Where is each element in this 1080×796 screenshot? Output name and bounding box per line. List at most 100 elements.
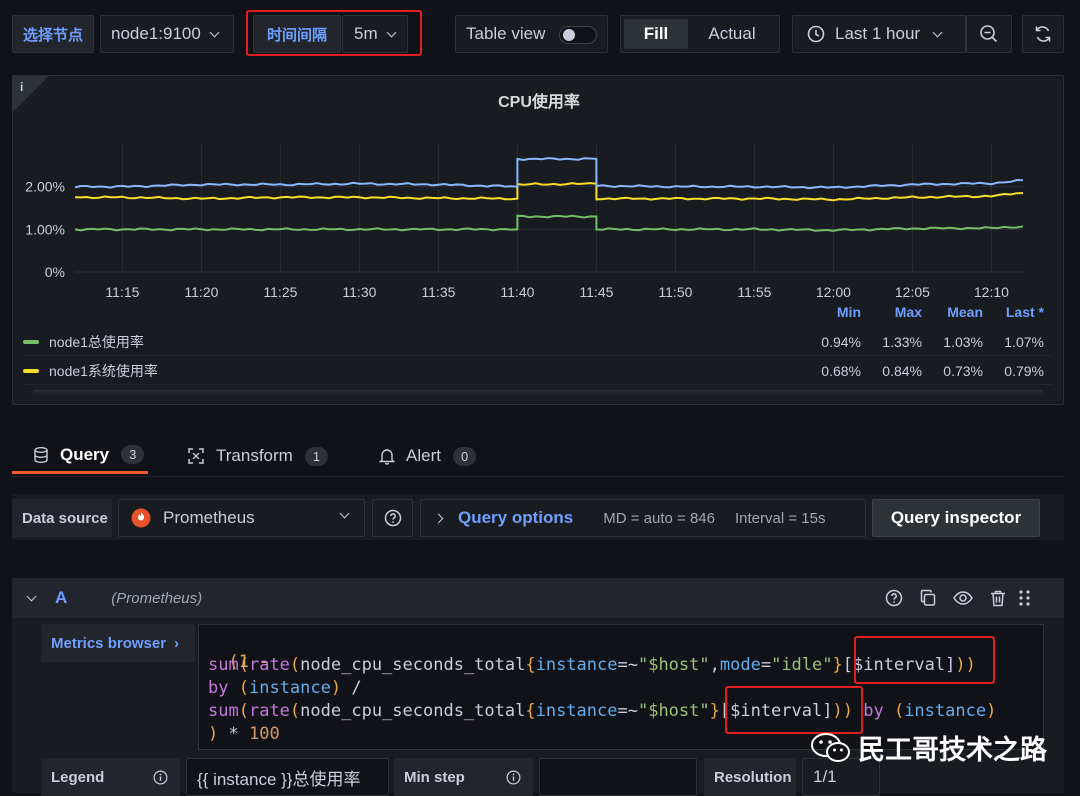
chevron-down-icon[interactable] — [26, 591, 37, 601]
code-paren: ) — [330, 678, 342, 698]
duplicate-icon[interactable] — [919, 589, 937, 607]
bell-icon — [379, 449, 395, 465]
x-tick-label: 11:15 — [105, 284, 139, 300]
interval-label: 时间间隔 — [253, 15, 341, 53]
cpu-usage-chart: 2.00% 1.00% 0% 11:15 11:20 11:25 11:30 11:35 11:… — [25, 144, 1024, 300]
legend-col-max[interactable]: Max — [862, 304, 922, 320]
fill-button[interactable]: Fill — [624, 19, 688, 49]
code-token: "$host" — [637, 701, 710, 721]
time-picker[interactable]: Last 1 hour — [792, 15, 966, 53]
tab-transform[interactable]: Transform 1 — [187, 438, 329, 474]
help-icon[interactable] — [885, 589, 903, 607]
code-op: / — [341, 678, 362, 698]
legend-series-name: node1总使用率 — [49, 333, 144, 350]
legend-mean: 0.73% — [943, 363, 983, 379]
trash-icon[interactable] — [989, 589, 1007, 607]
legend-label: Legend — [41, 758, 180, 796]
code-op: , — [709, 655, 720, 675]
datasource-select[interactable]: Prometheus — [118, 499, 365, 537]
legend-last: 1.07% — [1004, 334, 1044, 350]
code-paren: ( — [238, 678, 249, 698]
chevron-down-icon — [386, 27, 397, 37]
query-options-label: Query options — [458, 508, 574, 527]
code-line-3: by (instance) / — [208, 678, 362, 698]
code-paren: )) — [955, 655, 976, 675]
tab-transform-count: 1 — [304, 446, 329, 466]
zoom-out-button[interactable] — [966, 15, 1012, 53]
legend-col-last[interactable]: Last * — [984, 304, 1044, 320]
x-tick-label: 11:25 — [263, 284, 297, 300]
code-token: "idle" — [771, 655, 833, 675]
code-brace: { — [525, 701, 536, 721]
x-tick-label: 11:20 — [184, 284, 218, 300]
x-tick-label: 11:45 — [579, 284, 613, 300]
query-a-datasource: (Prometheus) — [111, 589, 203, 607]
zoom-out-icon — [980, 25, 998, 43]
x-tick-label: 11:55 — [737, 284, 771, 300]
eye-icon[interactable] — [953, 589, 973, 607]
drag-handle-icon[interactable] — [1016, 589, 1034, 607]
legend-mean: 1.03% — [943, 334, 983, 350]
metrics-browser-button[interactable]: Metrics browser › — [41, 624, 195, 662]
watermark: 民工哥技术之路 — [810, 728, 1047, 767]
info-circle-icon[interactable] — [153, 770, 168, 785]
min-step-label: Min step — [394, 758, 533, 796]
help-icon — [384, 509, 401, 527]
interval-select[interactable]: 5m — [342, 15, 408, 53]
code-token: instance — [535, 655, 618, 675]
clock-icon — [807, 25, 825, 43]
fill-actual-group: Fill Actual — [620, 15, 780, 53]
info-circle-icon[interactable] — [506, 770, 521, 785]
watermark-text: 民工哥技术之路 — [858, 735, 1047, 765]
tab-transform-label: Transform — [216, 446, 293, 465]
time-range-label: Last 1 hour — [835, 24, 921, 43]
code-token: sum — [208, 655, 239, 675]
code-op: =~ — [617, 655, 638, 675]
y-tick-label: 1.00% — [25, 221, 65, 237]
code-token: [$interval] — [719, 701, 833, 721]
legend-col-min[interactable]: Min — [801, 304, 861, 320]
interval-select-value: 5m — [354, 24, 378, 43]
code-token: by — [208, 678, 229, 698]
table-view-toggle[interactable]: Table view — [455, 15, 608, 53]
query-a-header[interactable]: A (Prometheus) — [12, 578, 1064, 618]
tab-query-count: 3 — [121, 445, 145, 464]
transform-icon — [188, 448, 204, 464]
legend-format-input[interactable]: {{ instance }}总使用率 — [186, 758, 389, 796]
resolution-label-text: Resolution — [714, 768, 792, 786]
tab-query[interactable]: Query 3 — [12, 438, 148, 474]
code-paren: ) — [208, 724, 219, 744]
datasource-help-button[interactable] — [372, 499, 413, 537]
node-label-text: 选择节点 — [22, 26, 83, 44]
tab-alert[interactable]: Alert 0 — [379, 438, 477, 474]
refresh-button[interactable] — [1022, 15, 1064, 53]
query-a-ref[interactable]: A — [55, 588, 67, 608]
code-paren: ( — [893, 701, 905, 721]
x-tick-label: 11:50 — [658, 284, 692, 300]
code-token: node_cpu_seconds_total — [300, 701, 526, 721]
toggle-switch[interactable] — [559, 26, 597, 44]
legend-series-name: node1系统使用率 — [49, 362, 158, 379]
legend-min: 0.68% — [821, 363, 861, 379]
min-step-input[interactable] — [539, 758, 697, 796]
actual-button[interactable]: Actual — [688, 19, 776, 49]
wechat-icon — [811, 732, 850, 762]
query-options-toggle[interactable]: Query options MD = auto = 846 Interval =… — [420, 499, 866, 537]
x-tick-label: 11:35 — [421, 284, 455, 300]
chevron-right-icon — [433, 513, 444, 523]
tabs-divider — [12, 476, 1064, 477]
legend-format-value: {{ instance }}总使用率 — [197, 769, 361, 789]
database-icon — [34, 446, 48, 463]
interval-label-text: 时间间隔 — [266, 26, 327, 44]
query-options-interval: Interval = 15s — [734, 509, 826, 527]
query-inspector-button[interactable]: Query inspector — [872, 499, 1040, 537]
legend-min: 0.94% — [821, 334, 861, 350]
code-paren: ( — [289, 655, 301, 675]
datasource-label: Data source — [12, 499, 112, 537]
x-tick-label: 12:00 — [816, 284, 851, 300]
legend-col-mean[interactable]: Mean — [923, 304, 983, 320]
code-brace: } — [709, 701, 720, 721]
node-select[interactable]: node1:9100 — [100, 15, 234, 53]
resolution-value: 1/1 — [813, 767, 837, 786]
